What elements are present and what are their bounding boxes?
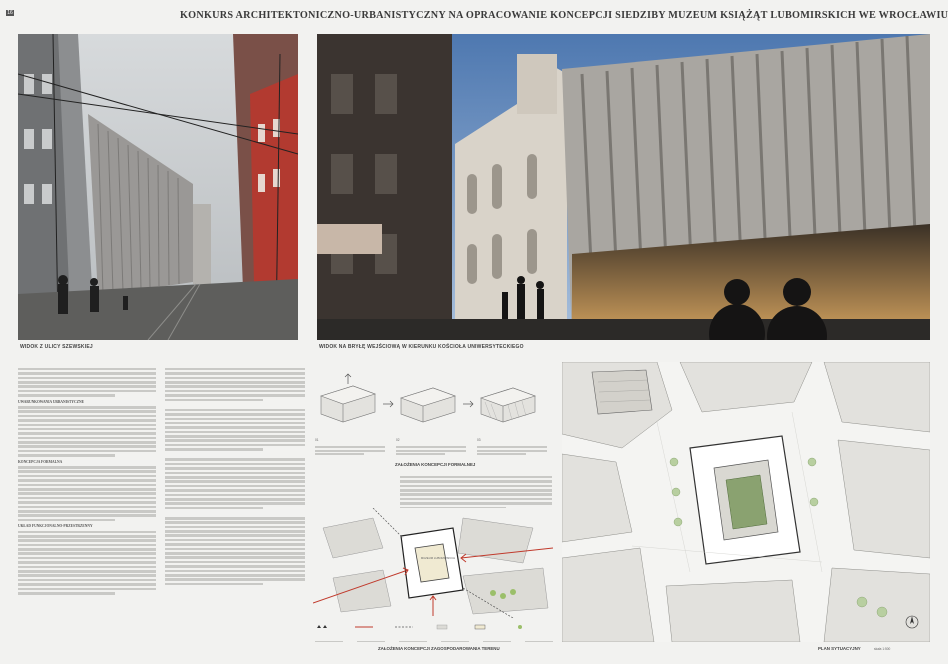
church-view-photo [317, 34, 930, 340]
site-concept-caption: ZAŁOŻENIA KONCEPCJI ZAGOSPODAROWANIA TER… [378, 646, 500, 651]
site-concept-illustration [312, 507, 554, 619]
page-title: KONKURS ARCHITEKTONICZNO-URBANISTYCZNY N… [180, 10, 948, 21]
section-heading-functional: UKŁAD FUNKCJONALNO-PRZESTRZENNY [18, 524, 93, 529]
church-view-caption: WIDOK NA BRYŁĘ WEJŚCIOWĄ W KIERUNKU KOŚC… [319, 344, 524, 350]
street-view-photo [18, 34, 298, 340]
description-text-column-1: UWARUNKOWANIA URBANISTYCZNE KONCEPCJA FO… [18, 366, 156, 596]
step-2-label: 02 [396, 438, 400, 442]
massing-steps-illustration [320, 373, 536, 423]
street-view-caption: WIDOK Z ULICY SZEWSKIEJ [20, 344, 93, 350]
museum-block-label: MUZEUM LUBOMIRSKICH [420, 556, 456, 560]
description-text-column-2 [165, 366, 305, 587]
page-number: 16 [6, 10, 14, 16]
site-plan-caption: PLAN SYTUACYJNY [818, 646, 861, 651]
site-concept-legend [315, 624, 555, 643]
street-view-illustration [18, 34, 298, 340]
site-plan [561, 361, 931, 643]
competition-board: 16 KONKURS ARCHITEKTONICZNO-URBANISTYCZN… [0, 0, 948, 664]
section-heading-urban: UWARUNKOWANIA URBANISTYCZNE [18, 399, 84, 404]
formal-concept-diagrams [313, 372, 553, 442]
site-plan-illustration [561, 361, 931, 643]
site-plan-scale: skala 1:500 [874, 647, 891, 651]
section-heading-formal: KONCEPCJA FORMALNA [18, 459, 63, 464]
site-concept-diagram [312, 507, 554, 619]
church-view-illustration [317, 34, 930, 340]
step-1-label: 01 [315, 438, 319, 442]
formal-concept-caption: ZAŁOŻENIA KONCEPCJI FORMALNEJ [395, 462, 476, 467]
step-3-label: 03 [477, 438, 481, 442]
